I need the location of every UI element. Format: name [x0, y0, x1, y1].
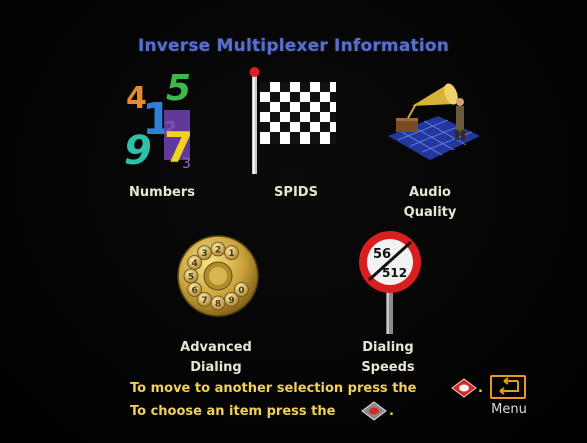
rotary-dial-icon: 1234 5 67 8 90 — [177, 235, 259, 317]
instruction-choose-text: To choose an item press the — [130, 404, 336, 419]
speed-sign-icon: 56 512 — [359, 231, 421, 334]
page-title: Inverse Multiplexer Information — [137, 36, 450, 56]
menu-item-advanced-dialing[interactable]: 1234 5 67890 — [176, 234, 260, 318]
label-audio-quality: Audio Quality — [403, 185, 457, 220]
dial-digit: 4 — [191, 259, 197, 269]
dial-digit: 6 — [191, 286, 197, 296]
dial-digit: 2 — [215, 246, 221, 256]
dial-digit: 1 — [228, 249, 234, 259]
instruction-move-period: . — [478, 381, 483, 396]
menu-item-spids[interactable] — [246, 66, 342, 176]
instruction-move-text: To move to another selection press the — [130, 381, 417, 396]
dial-digit: 0 — [238, 286, 244, 296]
menu-button[interactable] — [490, 375, 526, 399]
menu-item-numbers[interactable]: 4 5 1 2 9 7 3 — [120, 70, 204, 170]
dial-digit: 9 — [228, 296, 234, 306]
numbers-glyph: 9 — [124, 128, 152, 170]
speed-sign-bottom: 512 — [382, 266, 407, 280]
dial-digit: 5 — [188, 273, 194, 283]
checkered-flag-icon — [249, 67, 336, 174]
gramophone-icon — [388, 83, 480, 160]
menu-button-label: Menu — [491, 402, 527, 417]
numbers-icon: 4 5 1 2 9 7 3 — [124, 70, 193, 170]
remote-select-diamond-icon — [361, 401, 387, 421]
dial-digit: 8 — [215, 300, 221, 310]
dial-digit: 7 — [201, 296, 207, 306]
numbers-glyph: 3 — [182, 156, 191, 170]
dial-digit: 3 — [201, 249, 207, 259]
label-dialing-speeds: Dialing Speeds — [361, 340, 415, 375]
label-spids: SPIDS — [274, 185, 318, 200]
back-arrow-icon — [499, 377, 519, 395]
instruction-move: To move to another selection press the — [130, 381, 416, 396]
instruction-choose-period: . — [389, 404, 394, 419]
label-numbers: Numbers — [129, 185, 195, 200]
menu-item-dialing-speeds[interactable]: 56 512 — [356, 228, 424, 336]
tv-screen: Inverse Multiplexer Information 4 5 1 2 … — [0, 0, 587, 443]
instruction-choose: To choose an item press the — [130, 404, 335, 419]
speed-sign-top: 56 — [373, 247, 391, 262]
menu-item-audio-quality[interactable] — [382, 80, 482, 164]
label-advanced-dialing: Advanced Dialing — [180, 340, 252, 375]
remote-arrows-diamond-icon — [451, 378, 477, 398]
